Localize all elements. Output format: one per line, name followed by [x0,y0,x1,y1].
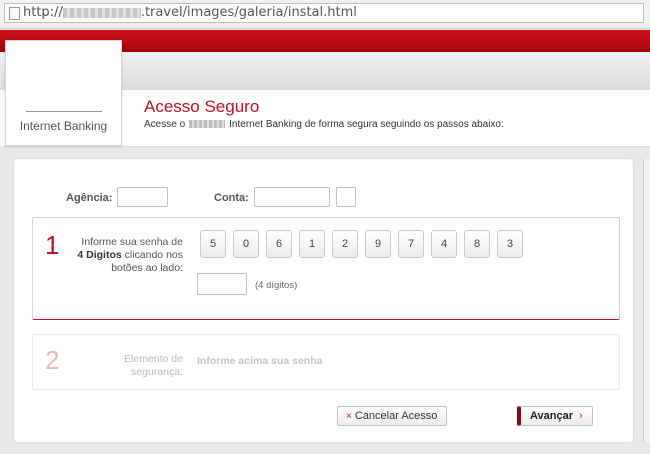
digit-button[interactable]: 0 [233,230,259,258]
digit-button[interactable]: 8 [464,230,490,258]
password-hint: (4 dígitos) [255,280,298,291]
digit-button[interactable]: 5 [200,230,226,258]
digit-button[interactable]: 7 [398,230,424,258]
bank-logo-box: Internet Banking [5,40,122,146]
digit-button[interactable]: 6 [266,230,292,258]
step-2-number: 2 [45,345,60,375]
agencia-label: Agência: [66,192,113,204]
step-2-placeholder: Informe acima sua senha [197,355,323,367]
digit-button[interactable]: 4 [431,230,457,258]
right-edge-panel [643,159,650,442]
digit-button[interactable]: 2 [332,230,358,258]
step-2-label-line1: Elemento de [124,353,183,365]
digit-button[interactable]: 1 [299,230,325,258]
redacted-bank-name [189,120,226,129]
step-2-label-line2: segurança: [131,366,183,378]
redacted-domain [62,7,141,18]
step-2-security: 2 Elemento de segurança: Informe acima s… [32,334,620,390]
url-suffix: .travel/images/galeria/instal.html [140,5,357,20]
browser-address-bar: http:// .travel/images/galeria/instal.htm… [0,0,650,29]
login-panel: Agência: Conta: 1 Informe sua senha de 4… [14,159,633,442]
bank-logo [26,49,102,112]
step-1-password: 1 Informe sua senha de 4 Digitos clicand… [32,217,620,320]
url-field[interactable]: http:// .travel/images/galeria/instal.htm… [4,3,644,23]
cancel-access-button[interactable]: × Cancelar Acesso [337,406,447,426]
step-1-text-line1: Informe sua senha de [81,236,183,248]
conta-label: Conta: [214,192,249,204]
digit-button[interactable]: 3 [497,230,523,258]
step-1-text-line2: clicando nos [124,249,183,261]
subtitle-end: Internet Banking de forma segura seguind… [229,119,504,130]
conta-input[interactable] [254,187,330,207]
next-button[interactable]: Avançar › [517,406,593,426]
password-input[interactable] [197,273,247,295]
cancel-label: Cancelar Acesso [354,410,438,422]
digit-button[interactable]: 9 [365,230,391,258]
chevron-right-icon: › [579,410,583,422]
subtitle-start: Acesse o [144,119,186,130]
page-title: Acesso Seguro [144,97,260,116]
step-1-text-line3: botões ao lado: [111,262,183,274]
step-2-label: Elemento de segurança: [93,353,183,379]
step-1-instructions: Informe sua senha de 4 Digitos clicando … [73,236,183,275]
url-prefix: http:// [23,5,63,20]
close-icon: × [346,411,352,422]
page-subtitle: Acesse o Internet Banking de forma segura… [144,119,504,130]
step-1-number: 1 [45,230,60,260]
agencia-input[interactable] [117,187,168,207]
conta-digito-input[interactable] [336,187,356,207]
internet-banking-label: Internet Banking [19,119,108,133]
page-icon [9,7,20,20]
next-label: Avançar [530,410,574,422]
step-1-text-bold: 4 Digitos [77,249,122,261]
